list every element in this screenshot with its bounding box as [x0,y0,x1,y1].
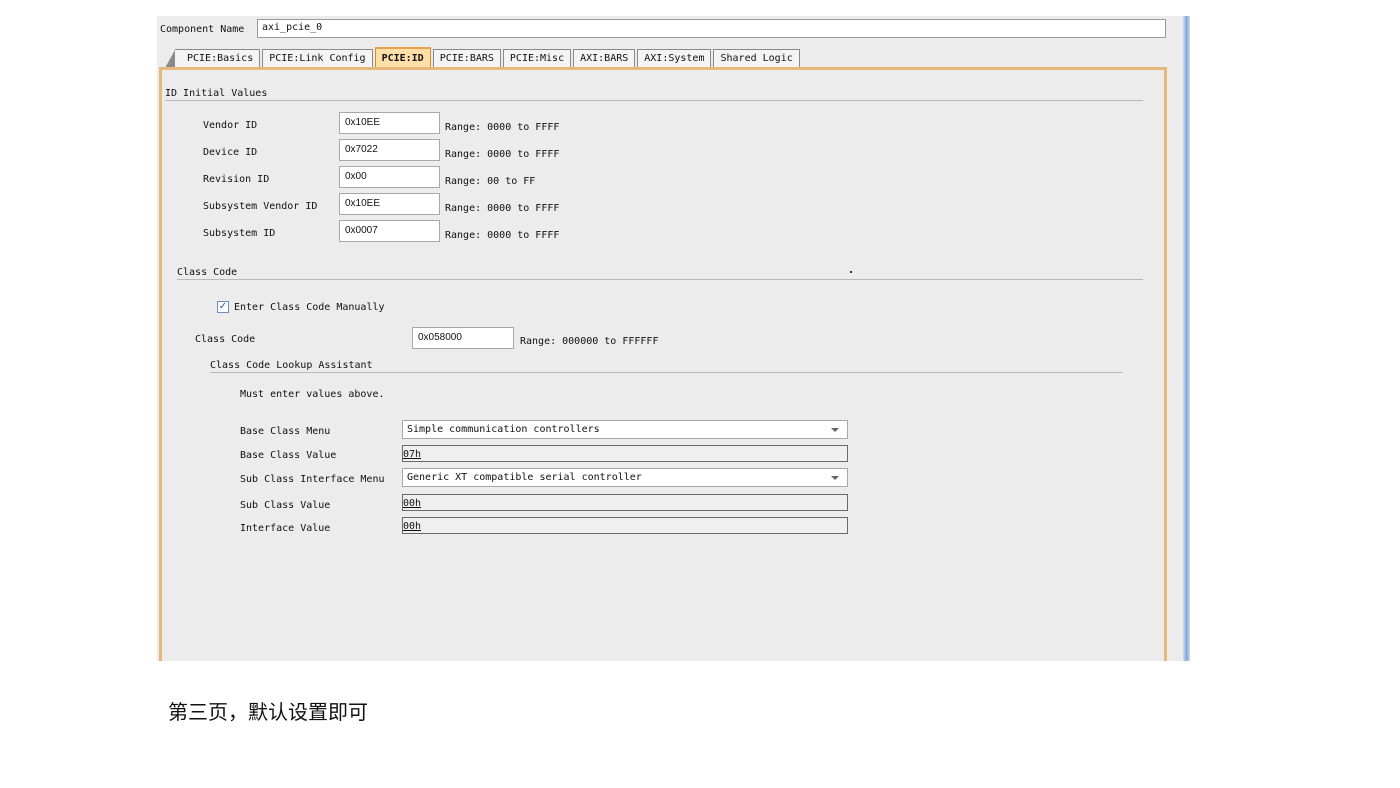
revision-id-label: Revision ID [203,174,270,185]
sub-class-interface-menu-value: Generic XT compatible serial controller [407,472,642,483]
vendor-id-label: Vendor ID [203,120,258,131]
component-name-input[interactable]: axi_pcie_0 [257,19,1166,38]
id-section-divider [165,100,1143,101]
chevron-down-icon [831,428,839,432]
interface-value-field: 00h [402,517,848,534]
class-code-input[interactable]: 0x058000 [412,327,514,349]
lookup-note: Must enter values above. [240,389,385,400]
tab-shared-logic[interactable]: Shared Logic [713,49,800,67]
enter-class-code-checkbox[interactable]: ✓ [217,301,229,313]
subsystem-id-range: Range: 0000 to FFFF [445,230,560,241]
sub-class-interface-menu-select[interactable]: Generic XT compatible serial controller [402,468,848,487]
chevron-down-icon [831,476,839,480]
ip-customization-window: Component Name axi_pcie_0 PCIE:Basics PC… [157,16,1190,661]
subsystem-id-label: Subsystem ID [203,228,276,239]
lookup-divider [210,372,1123,373]
vendor-id-range: Range: 0000 to FFFF [445,122,560,133]
subsystem-vendor-id-label: Subsystem Vendor ID [203,201,318,212]
class-code-range: Range: 000000 to FFFFFF [520,336,659,347]
base-class-menu-select[interactable]: Simple communication controllers [402,420,848,439]
caption-text: 第三页，默认设置即可 [168,700,368,724]
subsystem-id-input[interactable]: 0x0007 [339,220,440,242]
interface-value-label: Interface Value [240,523,331,534]
class-code-section-title: Class Code [177,267,238,278]
class-code-label: Class Code [195,334,256,345]
component-name-row: Component Name [157,18,257,40]
revision-id-input[interactable]: 0x00 [339,166,440,188]
tab-pcie-basics[interactable]: PCIE:Basics [164,49,261,68]
tab-panel-pcie-id: ID Initial Values Vendor ID 0x10EE Range… [159,67,1167,661]
sub-class-value-label: Sub Class Value [240,500,331,511]
sub-class-value-field: 00h [402,494,848,511]
class-section-divider [177,279,1143,280]
tab-pcie-bars[interactable]: PCIE:BARS [432,49,501,67]
tab-bar: PCIE:Basics PCIE:Link Config PCIE:ID PCI… [164,47,802,68]
device-id-label: Device ID [203,147,258,158]
enter-class-code-label: Enter Class Code Manually [234,302,385,313]
tab-pcie-link-config[interactable]: PCIE:Link Config [262,49,373,67]
subsystem-vendor-id-range: Range: 0000 to FFFF [445,203,560,214]
sub-class-interface-menu-label: Sub Class Interface Menu [240,474,385,485]
base-class-menu-label: Base Class Menu [240,426,331,437]
vendor-id-input[interactable]: 0x10EE [339,112,440,134]
tab-pcie-misc[interactable]: PCIE:Misc [502,49,572,67]
device-id-input[interactable]: 0x7022 [339,139,440,161]
subsystem-vendor-id-input[interactable]: 0x10EE [339,193,440,215]
base-class-menu-value: Simple communication controllers [407,424,600,435]
tab-pcie-id[interactable]: PCIE:ID [374,47,431,67]
window-scrollbar[interactable] [1183,16,1190,661]
lookup-assistant-title: Class Code Lookup Assistant [210,360,373,371]
base-class-value-field: 07h [402,445,848,462]
stray-dot [850,271,852,273]
tab-axi-bars[interactable]: AXI:BARS [573,49,636,67]
device-id-range: Range: 0000 to FFFF [445,149,560,160]
tab-axi-system[interactable]: AXI:System [637,49,712,67]
component-name-label: Component Name [160,23,245,35]
base-class-value-label: Base Class Value [240,450,337,461]
id-initial-values-title: ID Initial Values [165,88,268,99]
revision-id-range: Range: 00 to FF [445,176,536,187]
